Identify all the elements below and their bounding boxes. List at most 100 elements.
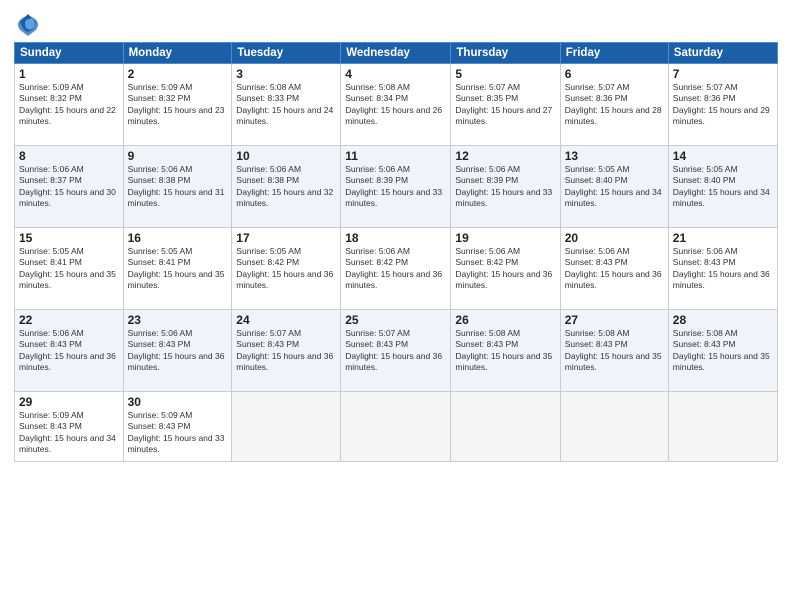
calendar-week-1: 1 Sunrise: 5:09 AM Sunset: 8:32 PM Dayli…: [15, 64, 778, 146]
day-number: 21: [673, 231, 773, 245]
calendar-cell: 11 Sunrise: 5:06 AM Sunset: 8:39 PM Dayl…: [341, 146, 451, 228]
sunset-label: Sunset: 8:37 PM: [19, 175, 82, 185]
calendar-cell: 29 Sunrise: 5:09 AM Sunset: 8:43 PM Dayl…: [15, 392, 124, 462]
sunset-label: Sunset: 8:40 PM: [673, 175, 736, 185]
day-number: 12: [455, 149, 555, 163]
daylight-label: Daylight: 15 hours and 24 minutes.: [236, 105, 333, 126]
calendar-cell: [668, 392, 777, 462]
day-info: Sunrise: 5:07 AM Sunset: 8:35 PM Dayligh…: [455, 82, 555, 128]
sunset-label: Sunset: 8:43 PM: [565, 339, 628, 349]
sunset-label: Sunset: 8:43 PM: [565, 257, 628, 267]
day-info: Sunrise: 5:07 AM Sunset: 8:36 PM Dayligh…: [673, 82, 773, 128]
sunrise-label: Sunrise: 5:06 AM: [455, 164, 520, 174]
header: [14, 10, 778, 38]
calendar-cell: 2 Sunrise: 5:09 AM Sunset: 8:32 PM Dayli…: [123, 64, 232, 146]
daylight-label: Daylight: 15 hours and 23 minutes.: [128, 105, 225, 126]
daylight-label: Daylight: 15 hours and 35 minutes.: [128, 269, 225, 290]
calendar-cell: 22 Sunrise: 5:06 AM Sunset: 8:43 PM Dayl…: [15, 310, 124, 392]
sunrise-label: Sunrise: 5:07 AM: [345, 328, 410, 338]
day-info: Sunrise: 5:06 AM Sunset: 8:42 PM Dayligh…: [455, 246, 555, 292]
sunrise-label: Sunrise: 5:06 AM: [455, 246, 520, 256]
daylight-label: Daylight: 15 hours and 35 minutes.: [565, 351, 662, 372]
daylight-label: Daylight: 15 hours and 33 minutes.: [455, 187, 552, 208]
daylight-label: Daylight: 15 hours and 22 minutes.: [19, 105, 116, 126]
col-header-saturday: Saturday: [668, 43, 777, 64]
daylight-label: Daylight: 15 hours and 35 minutes.: [19, 269, 116, 290]
day-number: 15: [19, 231, 119, 245]
daylight-label: Daylight: 15 hours and 33 minutes.: [128, 433, 225, 454]
calendar-cell: 3 Sunrise: 5:08 AM Sunset: 8:33 PM Dayli…: [232, 64, 341, 146]
col-header-tuesday: Tuesday: [232, 43, 341, 64]
col-header-sunday: Sunday: [15, 43, 124, 64]
day-number: 7: [673, 67, 773, 81]
sunrise-label: Sunrise: 5:09 AM: [128, 410, 193, 420]
day-number: 13: [565, 149, 664, 163]
sunrise-label: Sunrise: 5:08 AM: [673, 328, 738, 338]
calendar-cell: 18 Sunrise: 5:06 AM Sunset: 8:42 PM Dayl…: [341, 228, 451, 310]
day-info: Sunrise: 5:06 AM Sunset: 8:43 PM Dayligh…: [19, 328, 119, 374]
sunset-label: Sunset: 8:43 PM: [345, 339, 408, 349]
sunset-label: Sunset: 8:32 PM: [128, 93, 191, 103]
sunrise-label: Sunrise: 5:07 AM: [455, 82, 520, 92]
calendar-week-5: 29 Sunrise: 5:09 AM Sunset: 8:43 PM Dayl…: [15, 392, 778, 462]
logo: [14, 10, 46, 38]
sunset-label: Sunset: 8:38 PM: [236, 175, 299, 185]
sunset-label: Sunset: 8:42 PM: [236, 257, 299, 267]
calendar-cell: 6 Sunrise: 5:07 AM Sunset: 8:36 PM Dayli…: [560, 64, 668, 146]
daylight-label: Daylight: 15 hours and 26 minutes.: [345, 105, 442, 126]
sunset-label: Sunset: 8:43 PM: [236, 339, 299, 349]
sunset-label: Sunset: 8:38 PM: [128, 175, 191, 185]
sunset-label: Sunset: 8:36 PM: [673, 93, 736, 103]
daylight-label: Daylight: 15 hours and 34 minutes.: [565, 187, 662, 208]
day-info: Sunrise: 5:09 AM Sunset: 8:43 PM Dayligh…: [19, 410, 119, 456]
sunset-label: Sunset: 8:41 PM: [128, 257, 191, 267]
sunset-label: Sunset: 8:33 PM: [236, 93, 299, 103]
daylight-label: Daylight: 15 hours and 30 minutes.: [19, 187, 116, 208]
col-header-monday: Monday: [123, 43, 232, 64]
day-number: 9: [128, 149, 228, 163]
calendar-cell: 24 Sunrise: 5:07 AM Sunset: 8:43 PM Dayl…: [232, 310, 341, 392]
sunrise-label: Sunrise: 5:05 AM: [236, 246, 301, 256]
calendar-cell: 10 Sunrise: 5:06 AM Sunset: 8:38 PM Dayl…: [232, 146, 341, 228]
calendar-cell: 13 Sunrise: 5:05 AM Sunset: 8:40 PM Dayl…: [560, 146, 668, 228]
calendar-cell: 21 Sunrise: 5:06 AM Sunset: 8:43 PM Dayl…: [668, 228, 777, 310]
sunset-label: Sunset: 8:39 PM: [455, 175, 518, 185]
daylight-label: Daylight: 15 hours and 36 minutes.: [19, 351, 116, 372]
calendar-cell: 16 Sunrise: 5:05 AM Sunset: 8:41 PM Dayl…: [123, 228, 232, 310]
sunrise-label: Sunrise: 5:07 AM: [565, 82, 630, 92]
sunrise-label: Sunrise: 5:09 AM: [19, 410, 84, 420]
day-number: 29: [19, 395, 119, 409]
day-number: 8: [19, 149, 119, 163]
calendar-cell: 4 Sunrise: 5:08 AM Sunset: 8:34 PM Dayli…: [341, 64, 451, 146]
calendar-table: SundayMondayTuesdayWednesdayThursdayFrid…: [14, 42, 778, 462]
calendar-week-2: 8 Sunrise: 5:06 AM Sunset: 8:37 PM Dayli…: [15, 146, 778, 228]
day-info: Sunrise: 5:08 AM Sunset: 8:43 PM Dayligh…: [455, 328, 555, 374]
sunrise-label: Sunrise: 5:05 AM: [128, 246, 193, 256]
calendar-cell: 19 Sunrise: 5:06 AM Sunset: 8:42 PM Dayl…: [451, 228, 560, 310]
calendar-cell: 17 Sunrise: 5:05 AM Sunset: 8:42 PM Dayl…: [232, 228, 341, 310]
sunrise-label: Sunrise: 5:05 AM: [19, 246, 84, 256]
page: SundayMondayTuesdayWednesdayThursdayFrid…: [0, 0, 792, 612]
day-info: Sunrise: 5:09 AM Sunset: 8:32 PM Dayligh…: [128, 82, 228, 128]
sunrise-label: Sunrise: 5:06 AM: [345, 164, 410, 174]
sunset-label: Sunset: 8:43 PM: [19, 421, 82, 431]
daylight-label: Daylight: 15 hours and 36 minutes.: [455, 269, 552, 290]
sunset-label: Sunset: 8:32 PM: [19, 93, 82, 103]
sunset-label: Sunset: 8:43 PM: [673, 257, 736, 267]
calendar-cell: 1 Sunrise: 5:09 AM Sunset: 8:32 PM Dayli…: [15, 64, 124, 146]
day-number: 6: [565, 67, 664, 81]
day-info: Sunrise: 5:06 AM Sunset: 8:43 PM Dayligh…: [128, 328, 228, 374]
day-number: 22: [19, 313, 119, 327]
day-info: Sunrise: 5:06 AM Sunset: 8:43 PM Dayligh…: [673, 246, 773, 292]
sunset-label: Sunset: 8:43 PM: [673, 339, 736, 349]
day-info: Sunrise: 5:05 AM Sunset: 8:41 PM Dayligh…: [19, 246, 119, 292]
calendar-cell: 25 Sunrise: 5:07 AM Sunset: 8:43 PM Dayl…: [341, 310, 451, 392]
daylight-label: Daylight: 15 hours and 36 minutes.: [345, 269, 442, 290]
sunrise-label: Sunrise: 5:06 AM: [19, 328, 84, 338]
daylight-label: Daylight: 15 hours and 36 minutes.: [345, 351, 442, 372]
calendar-cell: 9 Sunrise: 5:06 AM Sunset: 8:38 PM Dayli…: [123, 146, 232, 228]
day-number: 20: [565, 231, 664, 245]
day-info: Sunrise: 5:06 AM Sunset: 8:39 PM Dayligh…: [455, 164, 555, 210]
day-number: 4: [345, 67, 446, 81]
sunrise-label: Sunrise: 5:06 AM: [345, 246, 410, 256]
